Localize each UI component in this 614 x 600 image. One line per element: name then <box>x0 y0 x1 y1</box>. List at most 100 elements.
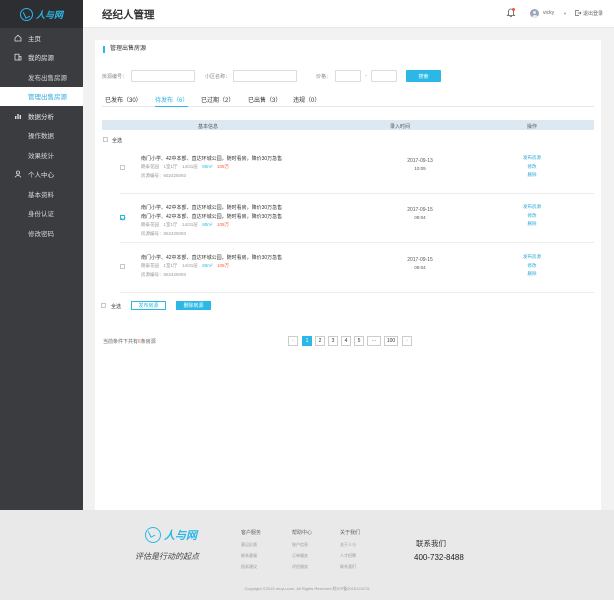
listing-price: 108万 <box>217 164 230 169</box>
select-all-checkbox-top[interactable] <box>103 137 108 142</box>
listing-title[interactable]: 南门小学、42中本部、直达环城公园，随时看房，降价30万急售 <box>141 204 282 211</box>
listing-title[interactable]: 南门小学、42中本部、直达环城公园，随时看房，降价30万急售 <box>141 254 282 261</box>
footer: 人与网 评估是行动的起点 客户服务意见反馈联系客服投诉建议 帮助中心账户信息订单服… <box>0 510 614 600</box>
footer-logo[interactable]: 人与网 <box>145 527 197 543</box>
contact-heading: 联系我们 <box>416 539 446 548</box>
table-header: 基本信息 录入时间 操作 <box>102 120 594 130</box>
building-icon <box>14 53 22 61</box>
sidebar-item-0[interactable]: 主页 <box>0 28 83 48</box>
sidebar-item-8[interactable]: 基本资料 <box>0 184 83 204</box>
house-no-label: 房源编号： <box>102 74 128 80</box>
select-all-checkbox-bottom[interactable] <box>101 303 106 308</box>
prev-page-button[interactable]: ‹ <box>288 336 298 346</box>
listing-meta-text: 朗泰花园 1室1厅 14/31层 <box>141 263 203 268</box>
row-checkbox[interactable] <box>120 215 125 220</box>
sidebar-item-6[interactable]: 效果统计 <box>0 145 83 165</box>
sidebar: 人与网 主页 我的房源发布出售房源 管理出售房源数据分析操作数据效果统计 个人中心 基本… <box>0 0 83 510</box>
entry-time: 09:04 <box>414 215 426 220</box>
page-button[interactable]: 4 <box>341 336 351 346</box>
page-button[interactable]: 100 <box>384 336 398 346</box>
slogan: 评估是行动的起点 <box>135 552 199 561</box>
entry-date: 2017-09-15 <box>407 207 433 213</box>
footer-link[interactable]: 联系客服 <box>241 553 261 559</box>
sidebar-item-label: 发布出售房源 <box>28 74 67 82</box>
delete-action-link[interactable]: 删除 <box>520 172 544 178</box>
select-all-label-bottom: 全选 <box>111 304 122 310</box>
entry-time: 09:04 <box>414 265 426 270</box>
footer-column-heading: 客户服务 <box>241 530 262 536</box>
tab-2[interactable]: 已过期（2） <box>201 95 234 107</box>
community-input[interactable] <box>233 70 297 82</box>
sidebar-item-5[interactable]: 操作数据 <box>0 126 83 146</box>
tab-0[interactable]: 已发布（30） <box>105 95 142 107</box>
house-no-input[interactable] <box>131 70 195 82</box>
logo-text: 人与网 <box>35 10 63 21</box>
listing-price: 108万 <box>217 263 230 268</box>
user-name[interactable]: vicky <box>543 10 554 16</box>
page-button[interactable]: 5 <box>354 336 364 346</box>
publish-action-link[interactable]: 发布房源 <box>520 155 544 161</box>
logo-mark-icon <box>19 7 33 21</box>
sidebar-item-2[interactable]: 发布出售房源 <box>0 67 83 87</box>
chevron-down-icon[interactable]: ▼ <box>563 11 567 16</box>
header-basic-info: 基本信息 <box>198 123 219 130</box>
sidebar-item-7[interactable]: 个人中心 <box>0 165 83 185</box>
price-label: 价格： <box>316 74 332 80</box>
footer-link[interactable]: 订单服务 <box>292 553 312 559</box>
sidebar-item-3[interactable]: 管理出售房源 <box>0 86 83 106</box>
footer-link[interactable]: 评估服务 <box>292 564 312 570</box>
page-button[interactable]: 2 <box>315 336 325 346</box>
footer-column-heading: 帮助中心 <box>292 530 313 536</box>
sidebar-item-4[interactable]: 数据分析 <box>0 106 83 126</box>
listing-title[interactable]: 南门小学、42中本部、直达环城公园，随时看房，降价30万急售 <box>141 213 282 220</box>
page-button[interactable]: 1 <box>302 336 312 346</box>
sidebar-item-9[interactable]: 身份认证 <box>0 204 83 224</box>
footer-column: 关于我们关于人与人才招聘联系我们 <box>340 529 360 575</box>
listing-title[interactable]: 南门小学、42中本部、直达环城公园，随时看房，降价30万急售 <box>141 155 282 162</box>
edit-action-link[interactable]: 修改 <box>520 213 544 219</box>
delete-action-link[interactable]: 删除 <box>520 221 544 227</box>
publish-action-link[interactable]: 发布房源 <box>520 204 544 210</box>
edit-action-link[interactable]: 修改 <box>520 164 544 170</box>
delete-listing-button[interactable]: 删除房源 <box>176 301 211 310</box>
listing-house-no: 房源编号：652425093 <box>141 173 187 178</box>
logout-link[interactable]: 退出登录 <box>583 10 603 17</box>
logout-icon[interactable] <box>574 9 582 17</box>
publish-action-link[interactable]: 发布房源 <box>520 254 544 260</box>
publish-listing-button[interactable]: 发布房源 <box>131 301 166 310</box>
tab-3[interactable]: 已出售（3） <box>248 95 281 107</box>
sidebar-item-label: 管理出售房源 <box>28 94 67 102</box>
next-page-button[interactable]: › <box>402 336 412 346</box>
page-button[interactable]: ··· <box>367 336 381 346</box>
sidebar-item-10[interactable]: 修改密码 <box>0 223 83 243</box>
footer-link[interactable]: 联系我们 <box>340 564 360 570</box>
tab-1[interactable]: 待发布（6） <box>155 95 189 107</box>
footer-link[interactable]: 账户信息 <box>292 542 312 548</box>
footer-link[interactable]: 人才招聘 <box>340 553 360 559</box>
listing-area: 80m² <box>202 164 213 169</box>
logo[interactable]: 人与网 <box>0 0 83 28</box>
status-tabs: 已发布（30） 待发布（6） 已过期（2） 已出售（3） 违规（0） <box>102 95 594 107</box>
sidebar-item-1[interactable]: 我的房源 <box>0 48 83 68</box>
search-button[interactable]: 搜索 <box>406 70 441 82</box>
pager-info: 当前条件下共有6条房源 <box>103 338 156 345</box>
price-separator: - <box>365 73 367 79</box>
page-button[interactable]: 3 <box>328 336 338 346</box>
footer-link[interactable]: 关于人与 <box>340 542 360 548</box>
listing-meta: 朗泰花园 1室1厅 14/31层 80m² 108万 <box>141 263 229 269</box>
footer-link[interactable]: 意见反馈 <box>241 542 261 548</box>
price-max-input[interactable] <box>371 70 397 82</box>
tab-4[interactable]: 违规（0） <box>293 95 320 107</box>
delete-action-link[interactable]: 删除 <box>520 271 544 277</box>
page-title: 经纪人管理 <box>102 9 155 21</box>
avatar[interactable] <box>530 9 539 18</box>
footer-link[interactable]: 投诉建议 <box>241 564 261 570</box>
footer-column-heading: 关于我们 <box>340 530 361 536</box>
price-min-input[interactable] <box>335 70 361 82</box>
edit-action-link[interactable]: 修改 <box>520 263 544 269</box>
header-entry-time: 录入时间 <box>390 123 411 130</box>
row-checkbox[interactable] <box>120 264 125 269</box>
row-checkbox[interactable] <box>120 165 125 170</box>
user-icon <box>14 170 22 178</box>
sidebar-item-label: 操作数据 <box>28 133 54 141</box>
